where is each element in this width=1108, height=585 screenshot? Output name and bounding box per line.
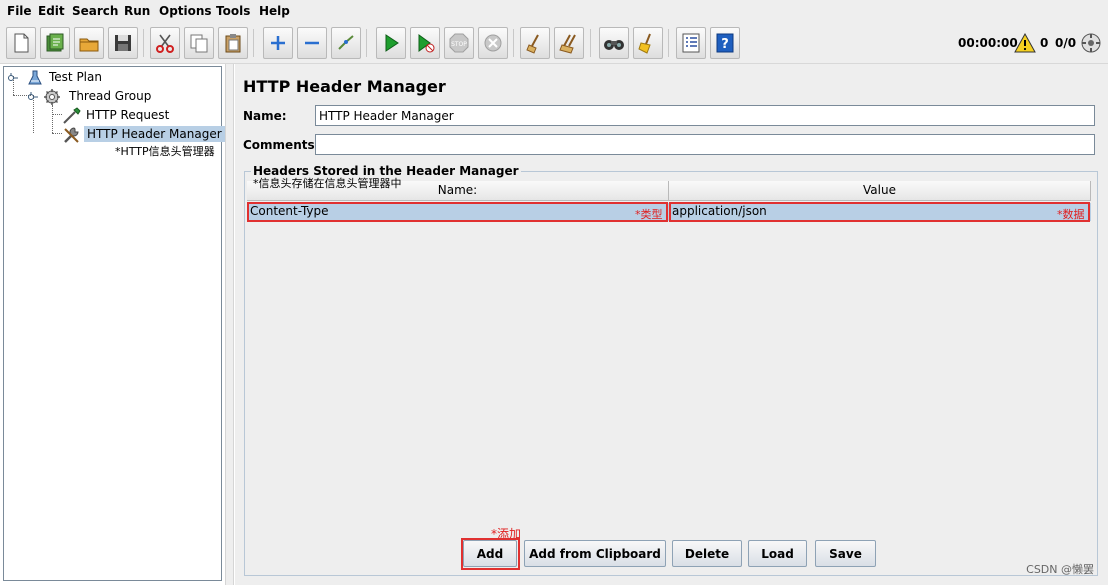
save-icon[interactable] (108, 27, 138, 59)
warning-count: 0 (1040, 36, 1049, 50)
cut-icon[interactable] (150, 27, 180, 59)
save-button[interactable]: Save (815, 540, 876, 567)
help-icon[interactable]: ? (710, 27, 740, 59)
tree-node-label: Thread Group (69, 89, 152, 103)
start-no-pause-icon[interactable] (410, 27, 440, 59)
add-from-clipboard-button[interactable]: Add from Clipboard (524, 540, 666, 567)
menu-bar: File Edit Search Run Options Tools Help (0, 0, 1108, 24)
start-icon[interactable] (376, 27, 406, 59)
test-plan-tree: Test Plan Thread Group HTTP Request HTTP… (3, 66, 225, 581)
value-annotation: *数据 (1057, 208, 1085, 221)
shutdown-icon[interactable] (478, 27, 508, 59)
paste-icon[interactable] (218, 27, 248, 59)
flask-icon (26, 69, 44, 90)
name-annotation: *类型 (635, 208, 663, 221)
svg-text:STOP: STOP (451, 41, 467, 48)
name-label: Name: (243, 109, 287, 123)
function-helper-icon[interactable] (676, 27, 706, 59)
open-icon[interactable] (74, 27, 104, 59)
menu-file[interactable]: File (7, 4, 32, 18)
warning-icon[interactable] (1014, 32, 1036, 56)
name-input[interactable] (315, 105, 1095, 126)
pipette-icon (62, 107, 82, 128)
elapsed-timer: 00:00:00 (958, 36, 1018, 50)
active-threads: 0/0 (1055, 36, 1077, 50)
highlight-box-value (669, 202, 1090, 222)
save-button-label: Save (829, 546, 862, 561)
toolbar-separator (590, 29, 591, 57)
new-icon[interactable] (6, 27, 36, 59)
menu-help[interactable]: Help (259, 4, 290, 18)
menu-tools[interactable]: Tools (216, 4, 250, 18)
load-button[interactable]: Load (748, 540, 807, 567)
tree-node-label: Test Plan (49, 70, 102, 84)
templates-icon[interactable] (40, 27, 70, 59)
collapse-icon[interactable] (297, 27, 327, 59)
highlight-box-add (461, 538, 520, 570)
toolbar-separator (366, 29, 367, 57)
menu-options[interactable]: Options (159, 4, 212, 18)
headers-groupbox: Headers Stored in the Header Manager *信息… (244, 164, 1098, 576)
tree-toggle-icon[interactable] (7, 72, 19, 87)
add-from-clipboard-label: Add from Clipboard (529, 546, 661, 561)
element-editor-panel: HTTP Header Manager Name: Comments: Head… (235, 64, 1108, 585)
menu-search[interactable]: Search (72, 4, 118, 18)
menu-run[interactable]: Run (124, 4, 150, 18)
tree-node-label: HTTP Header Manager (84, 126, 225, 142)
reset-search-icon[interactable] (633, 27, 663, 59)
highlight-box-name (247, 202, 668, 222)
wrench-icon (62, 126, 82, 147)
tree-connector (52, 133, 62, 134)
copy-icon[interactable] (184, 27, 214, 59)
tree-connector (52, 105, 53, 133)
column-header-value[interactable]: Value (669, 181, 1091, 201)
svg-text:?: ? (721, 37, 729, 52)
panel-title: HTTP Header Manager (243, 77, 446, 96)
toolbar-separator (668, 29, 669, 57)
comments-input[interactable] (315, 134, 1095, 155)
delete-button[interactable]: Delete (672, 540, 742, 567)
load-button-label: Load (761, 546, 794, 561)
watermark: CSDN @懒罢 (1026, 563, 1094, 576)
expand-icon[interactable] (263, 27, 293, 59)
tree-node-label: HTTP Request (86, 108, 170, 122)
toolbar-separator (253, 29, 254, 57)
toolbar-separator (143, 29, 144, 57)
toolbar-separator (513, 29, 514, 57)
clear-icon[interactable] (520, 27, 550, 59)
tree-toggle-icon[interactable] (27, 91, 39, 106)
toolbar: STOP ? 00:00:00 0 0/0 (0, 24, 1108, 64)
stop-icon[interactable]: STOP (444, 27, 474, 59)
split-pane-divider[interactable] (225, 64, 234, 585)
tree-connector (52, 114, 62, 115)
search-icon[interactable] (599, 27, 629, 59)
menu-edit[interactable]: Edit (38, 4, 65, 18)
headers-table: Name: Value Content-Type application/jso… (247, 181, 1091, 571)
toggle-icon[interactable] (331, 27, 361, 59)
groupbox-annotation: *信息头存储在信息头管理器中 (253, 177, 402, 190)
gear-icon (43, 88, 61, 109)
remote-status-icon (1080, 32, 1102, 57)
clear-all-icon[interactable] (554, 27, 584, 59)
tree-annotation: *HTTP信息头管理器 (115, 145, 215, 158)
delete-button-label: Delete (684, 546, 730, 561)
comments-label: Comments: (243, 138, 320, 152)
